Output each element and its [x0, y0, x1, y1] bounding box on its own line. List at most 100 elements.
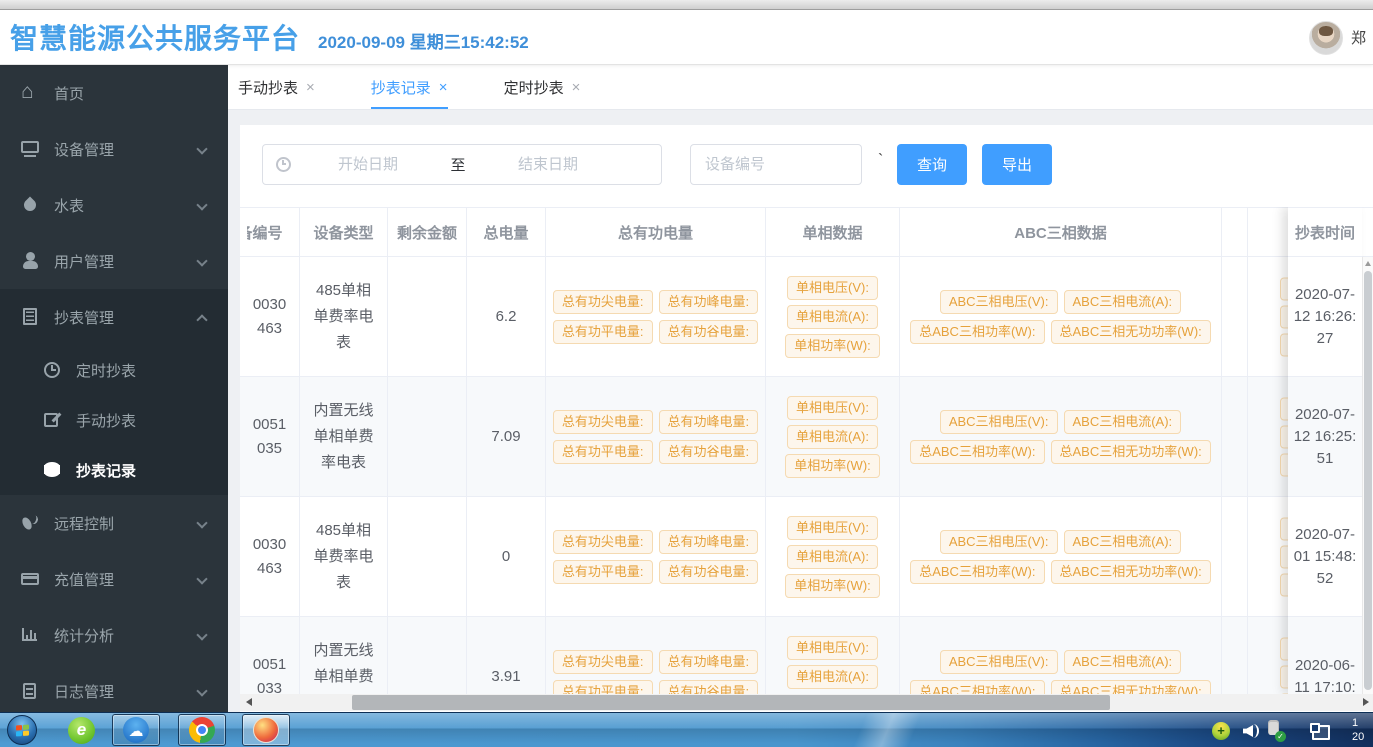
cell-single-phase: 单相电压(V): 单相电流(A): 单相功率(W):	[766, 497, 900, 616]
query-button[interactable]: 查询	[897, 144, 967, 185]
cell-balance	[388, 617, 467, 694]
scroll-left-icon[interactable]	[246, 698, 252, 706]
cell-balance	[388, 497, 467, 616]
cell-balance	[388, 257, 467, 376]
sidebar-item-statistics[interactable]: 统计分析	[0, 607, 228, 663]
cell-abc-phase: ABC三相电压(V): ABC三相电流(A): 总ABC三相功率(W): 总AB…	[900, 497, 1222, 616]
sidebar-item-scheduled-reading[interactable]: 定时抄表	[0, 345, 228, 395]
window-top-strip	[0, 0, 1373, 10]
tray-clock[interactable]: 1 20	[1352, 716, 1373, 746]
sidebar-item-water-meter[interactable]: 水表	[0, 177, 228, 233]
clock-icon	[275, 156, 293, 174]
tag-single-current: 单相电流(A):	[787, 665, 878, 689]
sidebar-item-log-mgmt[interactable]: 日志管理	[0, 663, 228, 712]
cell-device-type: 内置无线单相单费率电表	[300, 617, 388, 694]
chevron-down-icon	[196, 199, 207, 210]
sidebar-item-reading-records[interactable]: 抄表记录	[0, 445, 228, 495]
close-icon[interactable]: ×	[306, 79, 315, 96]
vertical-scrollbar[interactable]	[1362, 257, 1373, 694]
sidebar-item-home[interactable]: 首页	[0, 65, 228, 121]
sidebar-group-meter-reading: 抄表管理 定时抄表 手动抄表 抄表记录	[0, 289, 228, 495]
vertical-scroll-thumb[interactable]	[1364, 271, 1372, 690]
close-icon[interactable]: ×	[439, 79, 448, 96]
database-icon	[42, 460, 62, 480]
tag-single-current: 单相电流(A):	[787, 425, 878, 449]
tag-single-power: 单相功率(W):	[785, 454, 880, 478]
chrome-taskbar-button[interactable]	[178, 714, 226, 746]
cell-read-time: 2020-07-01 15:48:52	[1288, 497, 1362, 617]
edit-icon	[42, 410, 62, 430]
tag-single-power: 单相功率(W):	[785, 574, 880, 598]
cell-abc-phase: ABC三相电压(V): ABC三相电流(A): 总ABC三相功率(W): 总AB…	[900, 257, 1222, 376]
usb-device-icon[interactable]: ✓	[1266, 722, 1284, 740]
horizontal-scroll-thumb[interactable]	[352, 695, 1110, 710]
chevron-up-icon	[196, 314, 207, 325]
header-read-time: 抄表时间	[1288, 207, 1362, 257]
start-button[interactable]	[7, 715, 37, 745]
tab-reading-records[interactable]: 抄表记录 ×	[371, 65, 448, 109]
sidebar-item-meter-reading-mgmt[interactable]: 抄表管理	[0, 289, 228, 345]
tag-sharp-energy: 总有功尖电量:	[553, 650, 653, 674]
horizontal-scrollbar[interactable]	[240, 694, 1373, 711]
tab-scheduled-reading[interactable]: 定时抄表 ×	[504, 65, 581, 109]
header-device-id: 备编号	[240, 208, 300, 256]
qq-browser-taskbar-button[interactable]	[112, 714, 160, 746]
sidebar-item-recharge-mgmt[interactable]: 充值管理	[0, 551, 228, 607]
cell-total-energy: 0	[467, 497, 546, 616]
start-date-input[interactable]	[293, 156, 443, 173]
export-button[interactable]: 导出	[982, 144, 1052, 185]
scroll-right-icon[interactable]	[1363, 698, 1369, 706]
cell-single-phase: 单相电压(V): 单相电流(A): 单相功率(W):	[766, 617, 900, 694]
filter-bar: 至 ` 查询 导出	[240, 144, 1373, 185]
cell-active-energy: 总有功尖电量: 总有功峰电量: 总有功平电量: 总有功谷电量:	[546, 377, 766, 496]
tag-abc-current: ABC三相电流(A):	[1064, 530, 1182, 554]
cell-single-phase: 单相电压(V): 单相电流(A): 单相功率(W):	[766, 377, 900, 496]
browser-360-icon[interactable]: e	[68, 717, 95, 744]
tray-360-icon[interactable]: +	[1212, 722, 1230, 740]
cell-device-id: 0030463	[240, 497, 300, 616]
sidebar-item-remote-control[interactable]: 远程控制	[0, 495, 228, 551]
app-title: 智慧能源公共服务平台	[10, 17, 300, 57]
cell-total-energy: 6.2	[467, 257, 546, 376]
tag-flat-energy: 总有功平电量:	[553, 560, 653, 584]
end-date-input[interactable]	[473, 156, 623, 173]
tag-abc-reactive-power: 总ABC三相无功功率(W):	[1051, 440, 1211, 464]
network-icon[interactable]	[1310, 723, 1330, 740]
device-number-input[interactable]	[690, 144, 862, 185]
close-icon[interactable]: ×	[572, 79, 581, 96]
tag-peak-energy: 总有功峰电量:	[659, 410, 759, 434]
cell-spacer	[1222, 257, 1248, 376]
date-range-separator: 至	[443, 154, 473, 175]
table-row: 0030463 485单相单费率电表 6.2 总有功尖电量: 总有功峰电量: 总…	[240, 257, 1373, 377]
chevron-down-icon	[196, 629, 207, 640]
cell-abc-phase: ABC三相电压(V): ABC三相电流(A): 总ABC三相功率(W): 总AB…	[900, 377, 1222, 496]
home-icon	[20, 83, 40, 103]
clock-icon	[42, 360, 62, 380]
tag-abc-power: 总ABC三相功率(W):	[910, 440, 1044, 464]
cell-active-energy: 总有功尖电量: 总有功峰电量: 总有功平电量: 总有功谷电量:	[546, 257, 766, 376]
cell-device-id: 0051033	[240, 617, 300, 694]
cell-abc-phase: ABC三相电压(V): ABC三相电流(A): 总ABC三相功率(W): 总AB…	[900, 617, 1222, 694]
sidebar-item-device-mgmt[interactable]: 设备管理	[0, 121, 228, 177]
cell-device-id: 0030463	[240, 257, 300, 376]
records-table: 备编号 设备类型 剩余金额 总电量 总有功电量 单相数据 ABC三相数据 003…	[240, 207, 1373, 694]
water-drop-icon	[20, 195, 40, 215]
tag-single-voltage: 单相电压(V):	[787, 396, 878, 420]
user-icon	[20, 251, 40, 271]
sidebar-item-manual-reading[interactable]: 手动抄表	[0, 395, 228, 445]
volume-icon[interactable]	[1243, 723, 1261, 739]
cell-single-phase: 单相电压(V): 单相电流(A): 单相功率(W):	[766, 257, 900, 376]
cell-balance	[388, 377, 467, 496]
sidebar-item-user-mgmt[interactable]: 用户管理	[0, 233, 228, 289]
tag-abc-voltage: ABC三相电压(V):	[940, 530, 1058, 554]
table-row: 0051035 内置无线单相单费率电表 7.09 总有功尖电量: 总有功峰电量:…	[240, 377, 1373, 497]
stray-mark: `	[878, 152, 883, 170]
tag-single-power: 单相功率(W):	[785, 334, 880, 358]
date-range-picker[interactable]: 至	[262, 144, 662, 185]
tab-manual-reading[interactable]: 手动抄表 ×	[238, 65, 315, 109]
chevron-down-icon	[196, 573, 207, 584]
user-avatar[interactable]	[1309, 21, 1343, 55]
photo-app-taskbar-button[interactable]	[242, 714, 290, 746]
scroll-up-icon[interactable]	[1365, 261, 1371, 266]
taskbar-gloss	[853, 713, 922, 747]
